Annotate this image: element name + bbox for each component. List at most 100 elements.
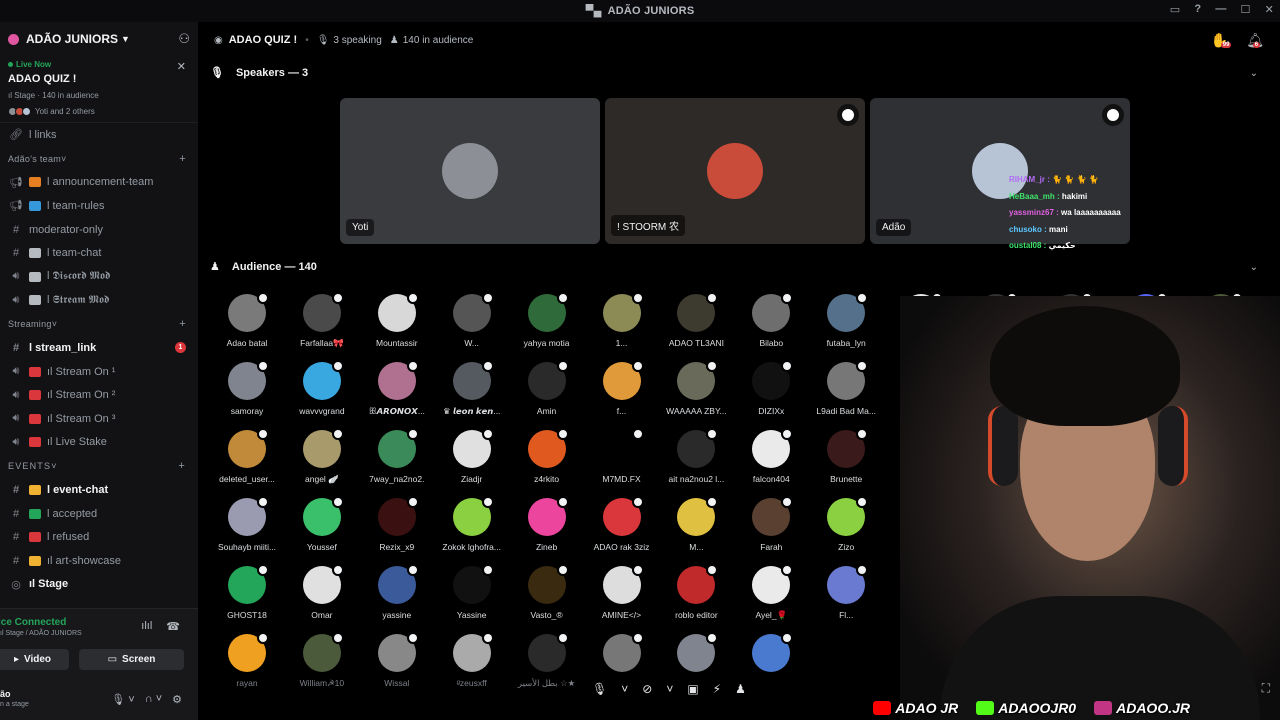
audience-member[interactable]: Amin bbox=[511, 360, 583, 416]
audience-member[interactable]: Youssef bbox=[286, 496, 358, 552]
audience-member[interactable]: rayan bbox=[211, 632, 283, 688]
audience-member[interactable]: f... bbox=[586, 360, 658, 416]
audience-member[interactable]: 1... bbox=[586, 292, 658, 348]
screen-share-icon[interactable]: ▣ bbox=[687, 682, 698, 696]
channel-item[interactable]: 🔊︎ l 𝕾𝖙𝖗𝖊𝖆𝖒 𝕸𝖔𝖉 bbox=[0, 289, 198, 313]
channel-item[interactable]: # l event-chat bbox=[0, 478, 198, 502]
audience-header[interactable]: ♟ Audience — 140 bbox=[210, 260, 317, 274]
channel-item[interactable]: 🔊︎ ıl Stream On ³ bbox=[0, 407, 198, 431]
audience-member[interactable]: yahya motia bbox=[511, 292, 583, 348]
inbox-icon[interactable]: ▭ bbox=[1170, 3, 1181, 16]
audience-member[interactable]: futaba_lyn bbox=[810, 292, 882, 348]
audience-member[interactable]: M7MD.FX bbox=[586, 428, 658, 484]
audience-member[interactable]: Bilabo bbox=[735, 292, 807, 348]
channel-item[interactable]: # ıl art-showcase bbox=[0, 549, 198, 573]
audience-member[interactable]: DIZIXx bbox=[735, 360, 807, 416]
audience-member[interactable]: 7way_na2no2. bbox=[361, 428, 433, 484]
audience-member[interactable]: Zineb bbox=[511, 496, 583, 552]
channel-item[interactable]: 🔗︎ l links bbox=[0, 123, 198, 147]
audience-member[interactable]: Ayel_🌹 bbox=[735, 564, 807, 621]
speaker-tile[interactable]: ! STOORM 农 bbox=[605, 98, 865, 244]
channel-item[interactable]: 📢︎ l team-rules bbox=[0, 194, 198, 218]
fullscreen-icon[interactable]: ⛶ bbox=[1262, 681, 1270, 696]
minimize-icon[interactable]: — bbox=[1215, 3, 1226, 16]
add-user-icon[interactable]: ⚇ bbox=[178, 31, 190, 47]
close-icon[interactable]: ✕ bbox=[177, 60, 186, 73]
channel-item[interactable]: ◎ ıl Stage bbox=[0, 573, 198, 597]
channel-category[interactable]: Adão's team ˅ + bbox=[0, 147, 198, 171]
audience-member[interactable]: Brunette bbox=[810, 428, 882, 484]
channel-item[interactable]: # moderator-only bbox=[0, 218, 198, 242]
audience-member[interactable]: WAAAAA ZBY... bbox=[660, 360, 732, 416]
audience-member[interactable]: Zizo bbox=[810, 496, 882, 552]
maximize-icon[interactable]: ☐ bbox=[1241, 3, 1251, 16]
audience-member[interactable]: Adao batal bbox=[211, 292, 283, 348]
audience-member[interactable]: بطل الأسير ☆★ bbox=[511, 632, 583, 689]
disconnect-icon[interactable]: ☎ bbox=[166, 620, 180, 633]
audience-member[interactable]: ᵍzeusxff bbox=[436, 632, 508, 688]
microphone-icon[interactable]: 🎙︎ ˅ bbox=[111, 693, 134, 706]
audience-member[interactable] bbox=[660, 632, 732, 678]
audience-member[interactable]: roblo editor bbox=[660, 564, 732, 620]
speaker-tile[interactable]: Yoti bbox=[340, 98, 600, 244]
camera-off-icon[interactable]: ⊘ bbox=[642, 682, 652, 696]
audience-member[interactable]: Wissal bbox=[361, 632, 433, 688]
audience-member[interactable]: Fl... bbox=[810, 564, 882, 620]
video-button[interactable]: ▸ Video bbox=[0, 649, 69, 670]
audience-member[interactable]: z4rkito bbox=[511, 428, 583, 484]
activities-icon[interactable]: ⚡︎ bbox=[713, 682, 721, 696]
microphone-icon[interactable]: 🎙︎ bbox=[592, 682, 607, 696]
audience-member[interactable]: L9adi Bad Ma... bbox=[810, 360, 882, 416]
audience-member[interactable]: ADAO TL3ANI bbox=[660, 292, 732, 348]
channel-item[interactable]: # l team-chat bbox=[0, 241, 198, 265]
audience-member[interactable]: Zokok lghofra... bbox=[436, 496, 508, 552]
audience-member[interactable]: M... bbox=[660, 496, 732, 552]
audience-member[interactable]: Omar bbox=[286, 564, 358, 620]
audience-member[interactable] bbox=[586, 632, 658, 678]
help-icon[interactable]: ? bbox=[1194, 3, 1201, 16]
channel-item[interactable]: 📢︎ l announcement-team bbox=[0, 171, 198, 195]
audience-member[interactable]: wavvvgrand bbox=[286, 360, 358, 416]
screen-share-button[interactable]: ▭ Screen bbox=[79, 649, 184, 670]
audience-member[interactable]: ADAO rak 3ziz bbox=[586, 496, 658, 552]
noise-suppression-icon[interactable]: ılıl bbox=[141, 620, 152, 633]
audience-member[interactable]: deleted_user... bbox=[211, 428, 283, 484]
audience-member[interactable]: angel 🪽 bbox=[286, 428, 358, 485]
collapse-audience-icon[interactable]: ⌄ bbox=[1250, 262, 1258, 273]
settings-gear-icon[interactable]: ⚙ bbox=[172, 693, 182, 706]
audience-member[interactable]: Ziadjr bbox=[436, 428, 508, 484]
headphones-icon[interactable]: ∩ ˅ bbox=[145, 693, 162, 706]
chevron-down-icon[interactable]: ˅ bbox=[666, 682, 673, 696]
audience-member[interactable]: Souhayb miiti... bbox=[211, 496, 283, 552]
channel-item[interactable]: # l accepted bbox=[0, 502, 198, 526]
add-channel-icon[interactable]: + bbox=[179, 318, 186, 330]
channel-item[interactable]: 🔊︎ l 𝕯𝖎𝖘𝖈𝖔𝖗𝖉 𝕸𝖔𝖉 bbox=[0, 265, 198, 289]
live-stage-card[interactable]: Live Now ✕ ADAO QUIZ ! ıl Stage · 140 in… bbox=[0, 56, 198, 123]
audience-member[interactable]: GHOST18 bbox=[211, 564, 283, 620]
audience-member[interactable]: Farfallaa🎀 bbox=[286, 292, 358, 349]
speakers-header[interactable]: 🎙︎ Speakers — 3 bbox=[210, 66, 308, 80]
audience-member[interactable]: W... bbox=[436, 292, 508, 348]
channel-item[interactable]: 🔊︎ ıl Stream On ² bbox=[0, 383, 198, 407]
audience-member[interactable]: William☭10 bbox=[286, 632, 358, 689]
audience-member[interactable]: Farah bbox=[735, 496, 807, 552]
audience-member[interactable]: falcon404 bbox=[735, 428, 807, 484]
audience-member[interactable]: samoray bbox=[211, 360, 283, 416]
channel-item[interactable]: 🔊︎ ıl Live Stake bbox=[0, 431, 198, 455]
audience-member[interactable]: Mountassir bbox=[361, 292, 433, 348]
audience-member[interactable]: yassine bbox=[361, 564, 433, 620]
channel-category[interactable]: Streaming ˅ + bbox=[0, 312, 198, 336]
channel-item[interactable]: # l stream_link 1 bbox=[0, 336, 198, 360]
audience-member[interactable] bbox=[735, 632, 807, 678]
audience-member[interactable]: AMINE</> bbox=[586, 564, 658, 620]
server-header[interactable]: ADÃO JUNIORS ▼ ⚇ bbox=[0, 22, 198, 56]
chevron-down-icon[interactable]: ˅ bbox=[621, 682, 628, 696]
invite-to-speak-icon[interactable]: ♟ bbox=[735, 682, 746, 696]
channel-item[interactable]: 🔊︎ ıl Stream On ¹ bbox=[0, 360, 198, 384]
audience-member[interactable]: Yassine bbox=[436, 564, 508, 620]
add-channel-icon[interactable]: + bbox=[178, 460, 186, 472]
add-channel-icon[interactable]: + bbox=[179, 153, 186, 165]
audience-member[interactable]: Rezix_x9 bbox=[361, 496, 433, 552]
channel-category[interactable]: EVENTS ˅ + bbox=[0, 454, 198, 478]
close-window-icon[interactable]: ✕ bbox=[1265, 3, 1274, 16]
